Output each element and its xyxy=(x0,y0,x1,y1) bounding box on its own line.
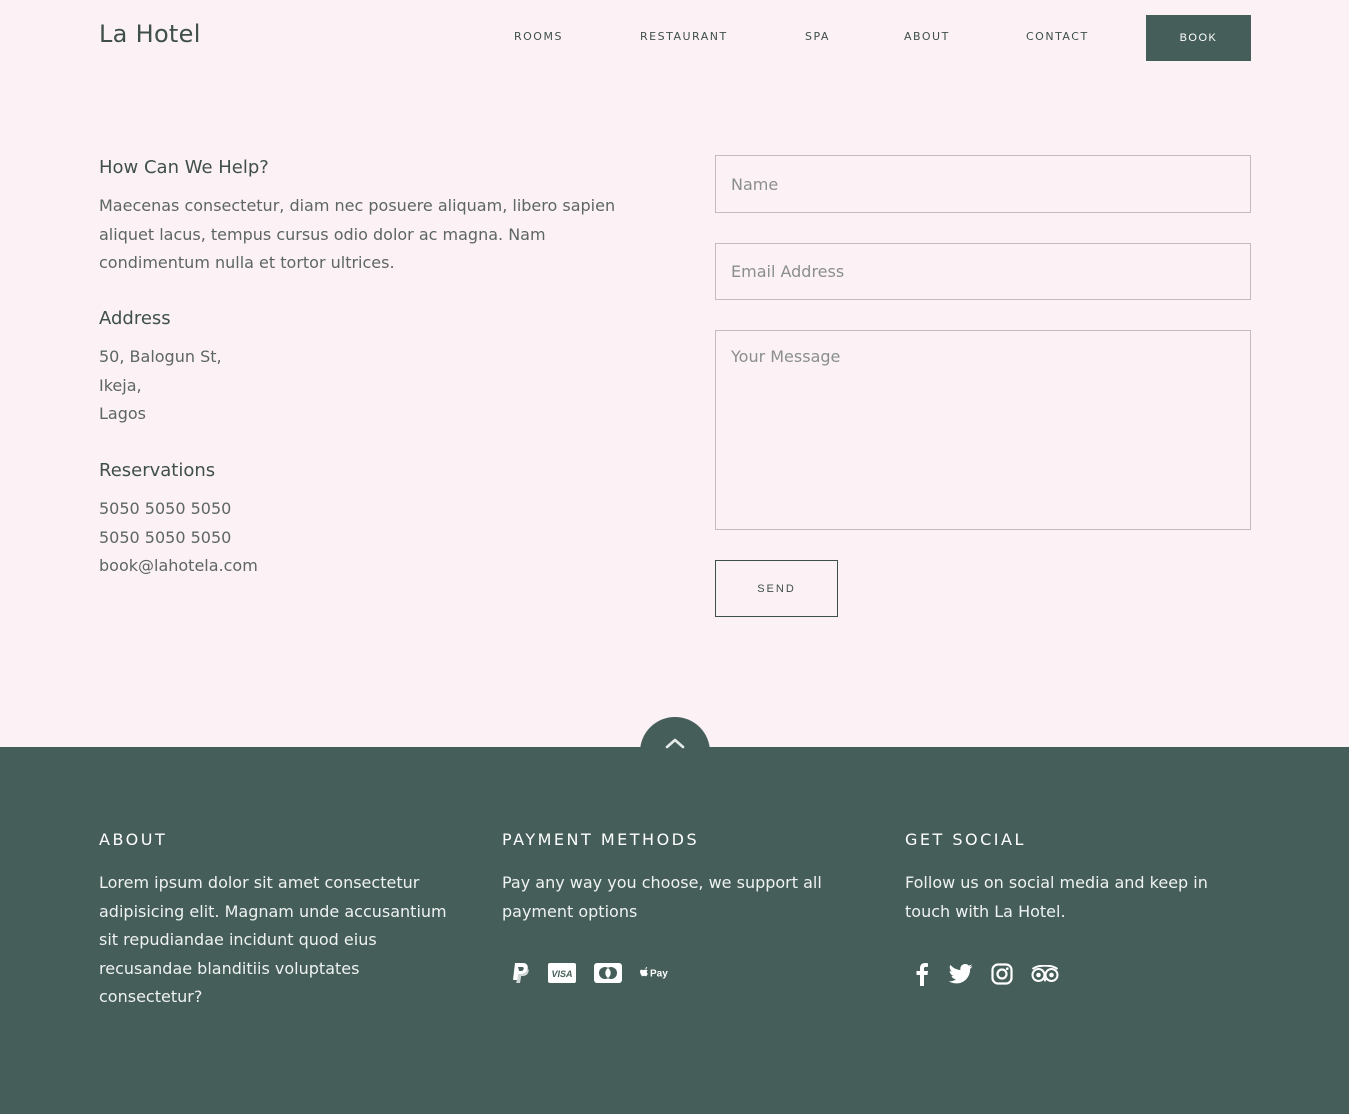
visa-icon-text: VISA xyxy=(551,969,572,979)
apple-pay-icon-text: Pay xyxy=(650,969,668,980)
nav-rooms[interactable]: ROOMS xyxy=(514,30,563,43)
nav-restaurant[interactable]: RESTAURANT xyxy=(640,30,728,43)
apple-pay-icon: Pay xyxy=(640,965,672,981)
footer-about: ABOUT Lorem ipsum dolor sit amet consect… xyxy=(99,830,449,1012)
reservations-title: Reservations xyxy=(99,460,216,481)
reservation-phone: 5050 5050 5050 xyxy=(99,527,232,547)
mastercard-icon xyxy=(594,963,622,983)
reservation-email[interactable]: book@lahotela.com xyxy=(99,552,639,581)
email-input[interactable] xyxy=(715,243,1251,300)
site-logo[interactable]: La Hotel xyxy=(99,20,201,48)
chevron-up-icon xyxy=(665,734,685,787)
paypal-icon xyxy=(510,962,530,984)
nav-contact[interactable]: CONTACT xyxy=(1026,30,1089,43)
tripadvisor-icon[interactable] xyxy=(1031,965,1059,983)
help-section: How Can We Help? Maecenas consectetur, d… xyxy=(99,157,639,278)
help-title: How Can We Help? xyxy=(99,157,269,178)
scroll-to-top-button[interactable] xyxy=(640,717,710,787)
nav-about[interactable]: ABOUT xyxy=(904,30,950,43)
reservation-phone: 5050 5050 5050 xyxy=(99,499,232,518)
twitter-icon[interactable] xyxy=(949,964,973,984)
footer-payment-title: PAYMENT METHODS xyxy=(502,830,700,849)
name-input[interactable] xyxy=(715,155,1251,213)
address-title: Address xyxy=(99,308,171,329)
footer-about-title: ABOUT xyxy=(99,830,168,849)
social-icons xyxy=(913,962,1255,986)
site-header: La Hotel ROOMS RESTAURANT SPA ABOUT CONT… xyxy=(0,0,1349,75)
book-button[interactable]: BOOK xyxy=(1146,15,1251,61)
footer-about-text: Lorem ipsum dolor sit amet consectetur a… xyxy=(99,873,447,1006)
footer-social-title: GET SOCIAL xyxy=(905,830,1026,849)
address-line: Lagos xyxy=(99,404,146,423)
message-textarea[interactable] xyxy=(715,330,1251,530)
address-section: Address 50, Balogun St, Ikeja, Lagos xyxy=(99,308,639,429)
address-line: 50, Balogun St, xyxy=(99,347,222,366)
reservations-section: Reservations 5050 5050 5050 5050 5050 50… xyxy=(99,460,639,581)
address-line: Ikeja, xyxy=(99,375,142,395)
facebook-icon[interactable] xyxy=(913,962,931,986)
payment-icons: VISA Pay xyxy=(510,962,852,984)
instagram-icon[interactable] xyxy=(991,963,1013,985)
footer-payment: PAYMENT METHODS Pay any way you choose, … xyxy=(502,830,852,984)
footer-social: GET SOCIAL Follow us on social media and… xyxy=(905,830,1255,986)
visa-icon: VISA xyxy=(548,963,576,983)
nav-spa[interactable]: SPA xyxy=(805,30,830,43)
site-footer: ABOUT Lorem ipsum dolor sit amet consect… xyxy=(0,747,1349,1114)
send-button[interactable]: SEND xyxy=(715,560,838,617)
footer-payment-text: Pay any way you choose, we support all p… xyxy=(502,873,822,921)
footer-social-text: Follow us on social media and keep in to… xyxy=(905,873,1208,921)
help-text: Maecenas consectetur, diam nec posuere a… xyxy=(99,196,616,272)
